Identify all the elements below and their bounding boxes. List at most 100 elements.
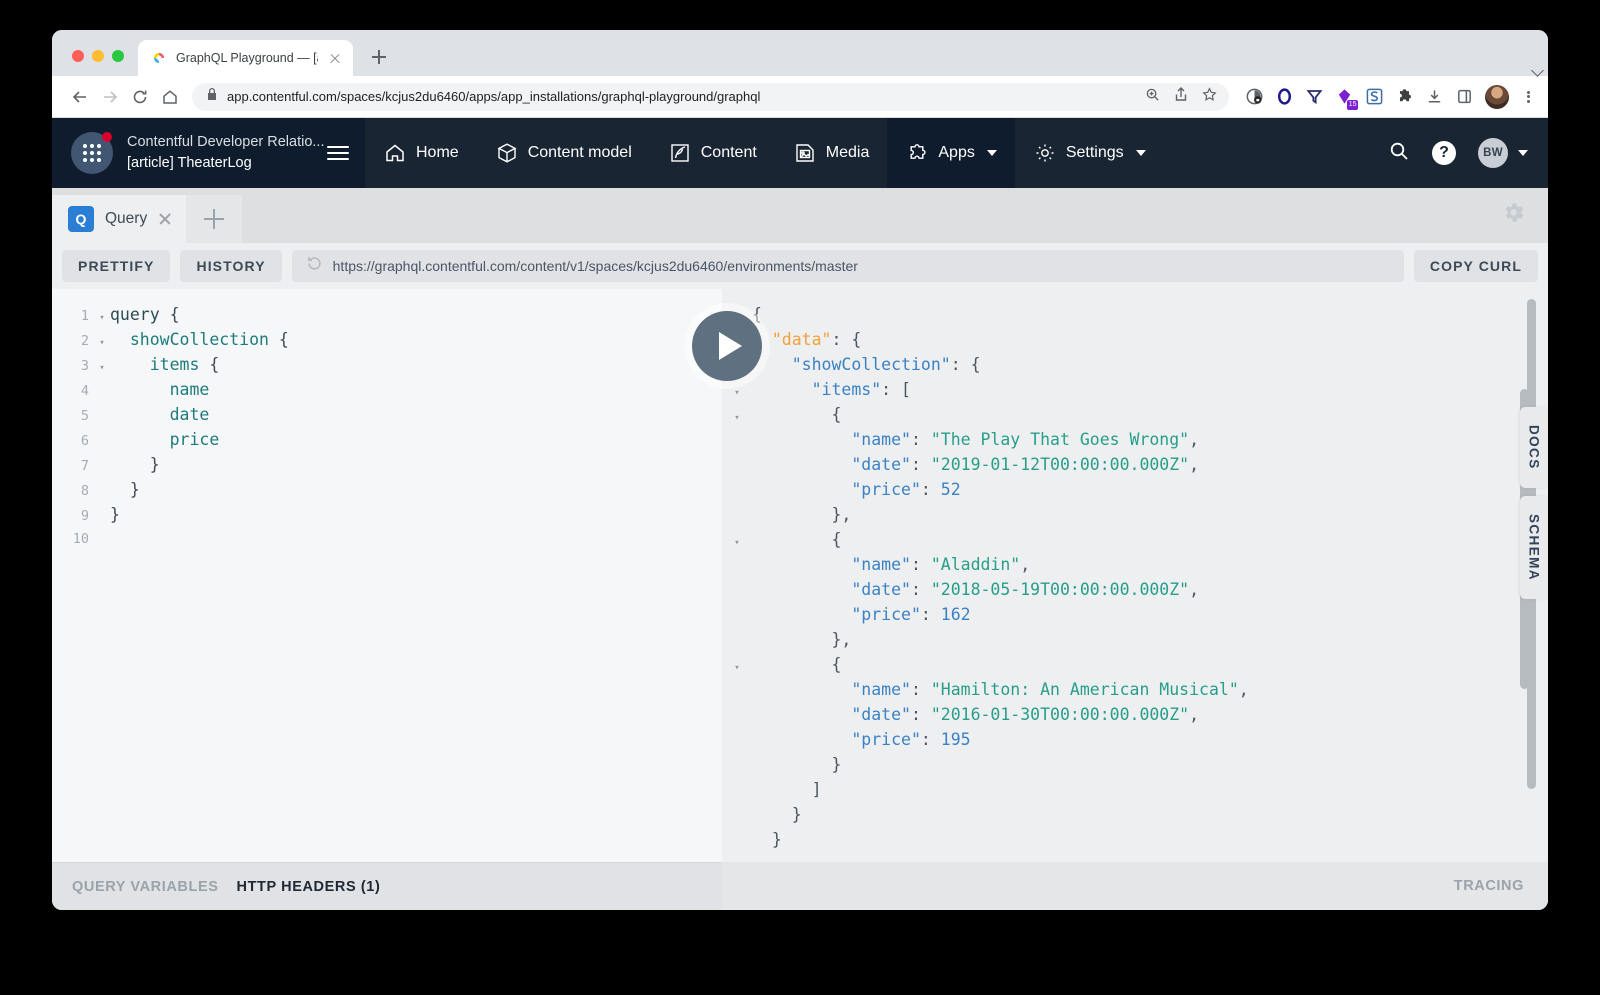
media-image-icon [793, 141, 817, 165]
nav-item-content[interactable]: Content [650, 118, 775, 188]
fold-arrow-icon[interactable]: ▾ [722, 531, 752, 556]
result-line: "date": "2016-01-30T00:00:00.000Z", [722, 702, 1548, 727]
search-icon[interactable] [1388, 140, 1410, 167]
result-line: }, [722, 627, 1548, 652]
schema-tab-label: SCHEMA [1526, 513, 1542, 581]
chevron-down-icon [1135, 150, 1146, 156]
fold-arrow-icon[interactable]: ▾ [94, 331, 110, 356]
query-badge-icon: Q [68, 206, 94, 232]
schema-tab[interactable]: SCHEMA [1520, 495, 1548, 599]
reload-icon[interactable] [126, 83, 154, 111]
space-selector[interactable]: Contentful Developer Relatio... [article… [52, 118, 365, 188]
zoom-icon[interactable] [1145, 87, 1160, 107]
result-line-text: } [752, 805, 802, 824]
result-line-text: "date": "2016-01-30T00:00:00.000Z", [851, 705, 1200, 724]
browser-window: GraphQL Playground — [article app.conten… [52, 30, 1548, 910]
fold-arrow-icon[interactable]: ▾ [722, 656, 752, 681]
result-viewer[interactable]: ▾{▾ "data": {▾ "showCollection": {▾ "ite… [722, 289, 1548, 862]
execute-query-button[interactable] [692, 311, 762, 381]
result-line: ▾ { [722, 402, 1548, 427]
docs-tab[interactable]: DOCS [1520, 407, 1548, 488]
close-window-button[interactable] [72, 50, 84, 62]
result-line: } [722, 802, 1548, 827]
result-line-text: "price": 52 [851, 480, 961, 499]
editor-line-text: showCollection { [110, 330, 289, 349]
opera-o-icon[interactable] [1275, 87, 1294, 106]
nav-item-settings[interactable]: Settings [1015, 118, 1164, 188]
tab-http-headers[interactable]: HTTP HEADERS (1) [237, 879, 381, 895]
close-icon[interactable] [158, 212, 172, 226]
fold-arrow-icon[interactable]: ▾ [94, 356, 110, 381]
copy-curl-button[interactable]: COPY CURL [1413, 250, 1538, 282]
gear-icon [1033, 141, 1057, 165]
history-button[interactable]: HISTORY [180, 250, 282, 282]
fold-arrow-icon[interactable]: ▾ [722, 381, 752, 406]
contentful-favicon-icon [151, 50, 167, 66]
endpoint-input[interactable]: https://graphql.contentful.com/content/v… [291, 250, 1404, 282]
endpoint-url: https://graphql.contentful.com/content/v… [332, 258, 858, 274]
browser-tab[interactable]: GraphQL Playground — [article [138, 40, 353, 76]
editor-line: 4 name [52, 377, 722, 402]
tab-close-icon[interactable] [327, 50, 343, 66]
help-button[interactable]: ? [1432, 141, 1456, 165]
new-tab-button[interactable] [365, 43, 393, 71]
minimize-window-button[interactable] [92, 50, 104, 62]
browser-profile-avatar[interactable] [1485, 84, 1509, 109]
address-bar[interactable]: app.contentful.com/spaces/kcjus2du6460/a… [192, 82, 1229, 111]
nav-item-apps[interactable]: Apps [887, 118, 1015, 188]
playground-settings-button[interactable] [1501, 200, 1548, 243]
result-line: } [722, 827, 1548, 852]
funnel-icon[interactable] [1305, 87, 1324, 106]
content-pen-icon [668, 141, 692, 165]
fold-arrow-icon[interactable]: ▾ [722, 406, 752, 431]
reload-icon[interactable] [306, 255, 323, 277]
browser-toolbar: app.contentful.com/spaces/kcjus2du6460/a… [52, 76, 1548, 118]
nav-item-home[interactable]: Home [365, 118, 477, 188]
home-icon[interactable] [156, 83, 184, 111]
result-line: }, [722, 502, 1548, 527]
tab-query-variables[interactable]: QUERY VARIABLES [72, 879, 219, 895]
contentful-logo-icon[interactable] [71, 132, 113, 174]
nav-item-content-model[interactable]: Content model [477, 118, 650, 188]
puzzle-icon[interactable] [1395, 87, 1414, 106]
back-arrow-icon[interactable] [66, 83, 94, 111]
editor-line: 3 ▾ items { [52, 352, 722, 377]
three-dot-menu-icon[interactable] [1520, 89, 1536, 105]
address-bar-url: app.contentful.com/spaces/kcjus2du6460/a… [227, 89, 761, 104]
notification-dot [102, 132, 112, 142]
editor-line: 2 ▾ showCollection { [52, 327, 722, 352]
user-avatar[interactable]: BW [1478, 138, 1508, 168]
playground-tab-query[interactable]: Q Query [52, 195, 187, 243]
nav-item-label: Content [700, 144, 757, 161]
result-line: "price": 162 [722, 602, 1548, 627]
share-icon[interactable] [1174, 86, 1188, 107]
result-line-text: "price": 195 [851, 730, 971, 749]
download-icon[interactable] [1425, 87, 1444, 106]
maximize-window-button[interactable] [112, 50, 124, 62]
tab-list-menu[interactable] [1532, 64, 1548, 76]
editor-line-text: } [110, 480, 140, 499]
playground-tab-label: Query [105, 210, 148, 227]
blue-s-icon[interactable] [1365, 87, 1384, 106]
nav-item-media[interactable]: Media [775, 118, 888, 188]
environment-name: [article] TheaterLog [127, 155, 252, 171]
add-tab-button[interactable] [186, 195, 243, 243]
result-line: "date": "2019-01-12T00:00:00.000Z", [722, 452, 1548, 477]
shield-lock-icon[interactable] [1245, 87, 1264, 106]
query-editor[interactable]: 1 ▾ query {2 ▾ showCollection {3 ▾ items {4 … [52, 289, 722, 862]
editor-line: 8 } [52, 477, 722, 502]
tab-tracing[interactable]: TRACING [1454, 878, 1524, 894]
purple-gem-icon[interactable]: 15 [1335, 87, 1358, 110]
lock-icon [206, 87, 218, 106]
result-line-text: "price": 162 [851, 605, 971, 624]
content-model-icon [495, 141, 519, 165]
line-number: 1 [80, 308, 89, 324]
sidebar-toggle-icon[interactable] [327, 142, 349, 164]
prettify-button[interactable]: PRETTIFY [62, 250, 171, 282]
sidepanel-icon[interactable] [1455, 87, 1474, 106]
bookmark-star-icon[interactable] [1202, 86, 1217, 107]
fold-arrow-icon[interactable]: ▾ [94, 306, 110, 331]
forward-arrow-icon[interactable] [96, 83, 124, 111]
chevron-down-icon[interactable] [1518, 150, 1528, 156]
playground-toolbar: PRETTIFY HISTORY https://graphql.content… [52, 243, 1548, 289]
